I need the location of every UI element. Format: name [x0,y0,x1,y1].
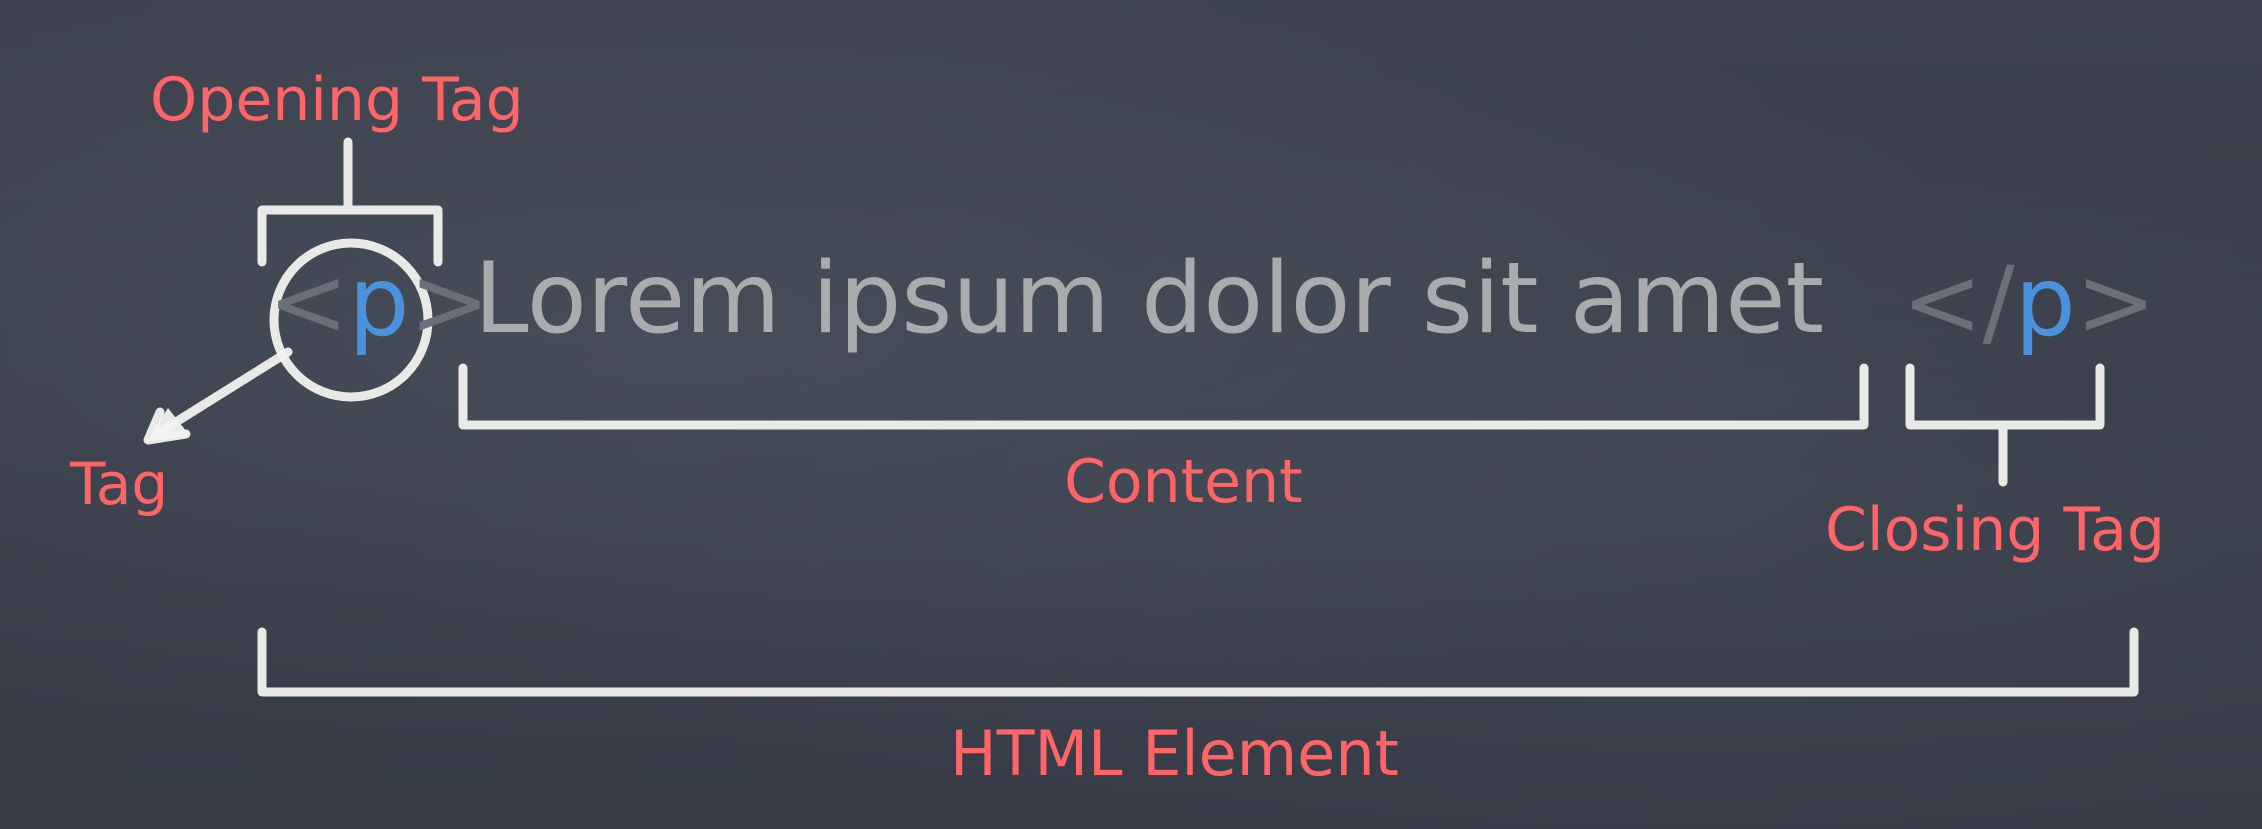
opening-tag-code: <p> [268,254,490,350]
close-tag-name: p [2014,246,2076,358]
content-bracket [458,363,1869,430]
tag-pointer-arrow [155,347,293,437]
opening-tag-label: Opening Tag [150,65,524,135]
html-element-label: HTML Element [950,717,1399,790]
content-label: Content [1064,447,1303,517]
close-tag-gt: > [2075,246,2157,358]
closing-tag-code: </p> [1902,254,2156,350]
tag-label: Tag [70,450,169,518]
open-tag-lt: < [268,246,349,358]
content-text: Lorem ipsum dolor sit amet [474,242,1824,356]
closing-tag-label: Closing Tag [1825,495,2165,565]
chalkboard-background: Opening Tag Tag Content Closing Tag HTML… [0,0,2262,829]
html-element-bracket [257,627,2139,697]
closing-tag-bracket [1905,363,2105,487]
close-tag-lt: </ [1902,246,2015,358]
open-tag-name: p [348,246,410,358]
